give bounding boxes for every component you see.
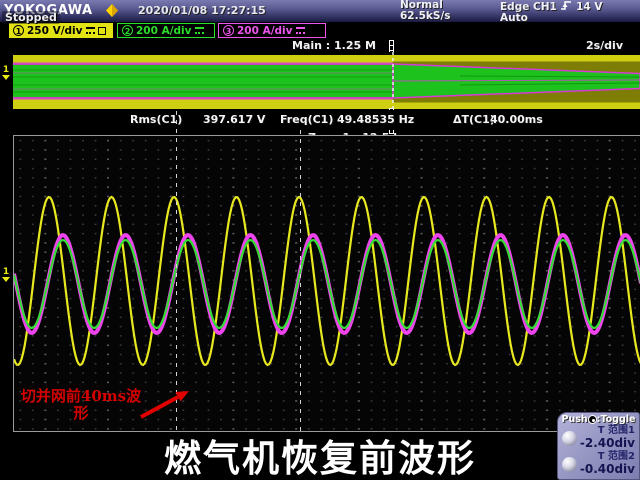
channel-1-badge[interactable]: 1 250 V/div [9, 23, 113, 38]
brand-diamond-icon [104, 3, 120, 18]
dc-coupling-icon [86, 27, 95, 34]
overview-waveform-strip: 1 [0, 52, 640, 110]
measurement-rms-value: 397.617 V [203, 113, 265, 126]
main-record-label: Main : 1.25 M [292, 39, 376, 52]
oscilloscope-screen: YOKOGAWA 2020/01/08 17:27:15 Normal 62.5… [0, 0, 640, 480]
knob-row-2[interactable]: T 范围2 -0.40div [560, 451, 637, 477]
measurement-dt-value: 40.00ms [490, 113, 543, 126]
knob-title-suffix: :Toggle [597, 414, 636, 425]
knob-sphere-icon[interactable] [562, 457, 577, 472]
channel-1-number: 1 [13, 25, 24, 36]
channel-3-scale: 200 A/div [237, 25, 293, 37]
channel-3-number: 3 [223, 25, 234, 36]
channel-3-badge[interactable]: 3 200 A/div [218, 23, 326, 38]
main-timebase-label: 2s/div [586, 39, 623, 52]
caption-title: 燃气机恢复前波形 [0, 429, 640, 480]
acquisition-info: Normal 62.5kS/s [400, 0, 451, 22]
measurement-freq-value: 49.48535 Hz [337, 113, 414, 126]
overview-waveform-graphic [0, 52, 640, 110]
ch1-position-marker[interactable]: 1 [0, 66, 12, 80]
run-status-badge: Stopped [2, 11, 60, 24]
knob-2-value: -0.40div [580, 463, 635, 476]
measurement-rms-label: Rms(C1) [130, 113, 182, 126]
time-cursor-2[interactable] [300, 130, 301, 432]
knob-row-1[interactable]: T 范围1 -2.40div [560, 425, 637, 451]
knob-title-prefix: Push [561, 414, 587, 425]
push-knob-icon[interactable] [588, 415, 597, 424]
dc-coupling-icon [195, 27, 204, 34]
channel-2-number: 2 [122, 25, 133, 36]
dc-coupling-icon [296, 27, 305, 34]
channel-2-badge[interactable]: 2 200 A/div [117, 23, 215, 38]
measurement-dt-label: ΔT(C1) [453, 113, 495, 126]
channel-badge-row: 1 250 V/div 2 200 A/div 3 200 A/div [0, 22, 640, 40]
trigger-level-label: 14 V [576, 1, 602, 13]
knob-toggle-panel: Push :Toggle T 范围1 -2.40div T 范围2 -0.40di… [557, 412, 640, 480]
knob-panel-title: Push :Toggle [560, 414, 637, 425]
ch1-position-marker[interactable]: 1 [0, 268, 12, 282]
channel-2-scale: 200 A/div [136, 25, 192, 37]
sample-rate-label: 62.5kS/s [400, 11, 451, 22]
red-annotation: 切并网前40ms波 形 [16, 388, 146, 422]
probe-icon [98, 27, 106, 35]
annotation-line1: 切并网前40ms波 [16, 388, 146, 405]
red-arrow-icon [138, 384, 198, 424]
trace-ch3-current [14, 235, 640, 333]
datetime-label: 2020/01/08 17:27:15 [138, 4, 266, 17]
top-status-bar: YOKOGAWA 2020/01/08 17:27:15 Normal 62.5… [0, 0, 640, 22]
knob-sphere-icon[interactable] [562, 431, 577, 446]
annotation-line2: 形 [16, 405, 146, 422]
channel-1-scale: 250 V/div [27, 25, 83, 37]
measurement-freq-label: Freq(C1) [280, 113, 333, 126]
trigger-position-marker-icon[interactable] [389, 40, 394, 52]
trigger-info: Edge CH1 14 V Auto [500, 0, 603, 24]
knob-1-value: -2.40div [580, 437, 635, 450]
measurement-bar: Rms(C1) 397.617 V Freq(C1) 49.48535 Hz Δ… [0, 110, 640, 130]
edge-trigger-icon [560, 0, 572, 11]
